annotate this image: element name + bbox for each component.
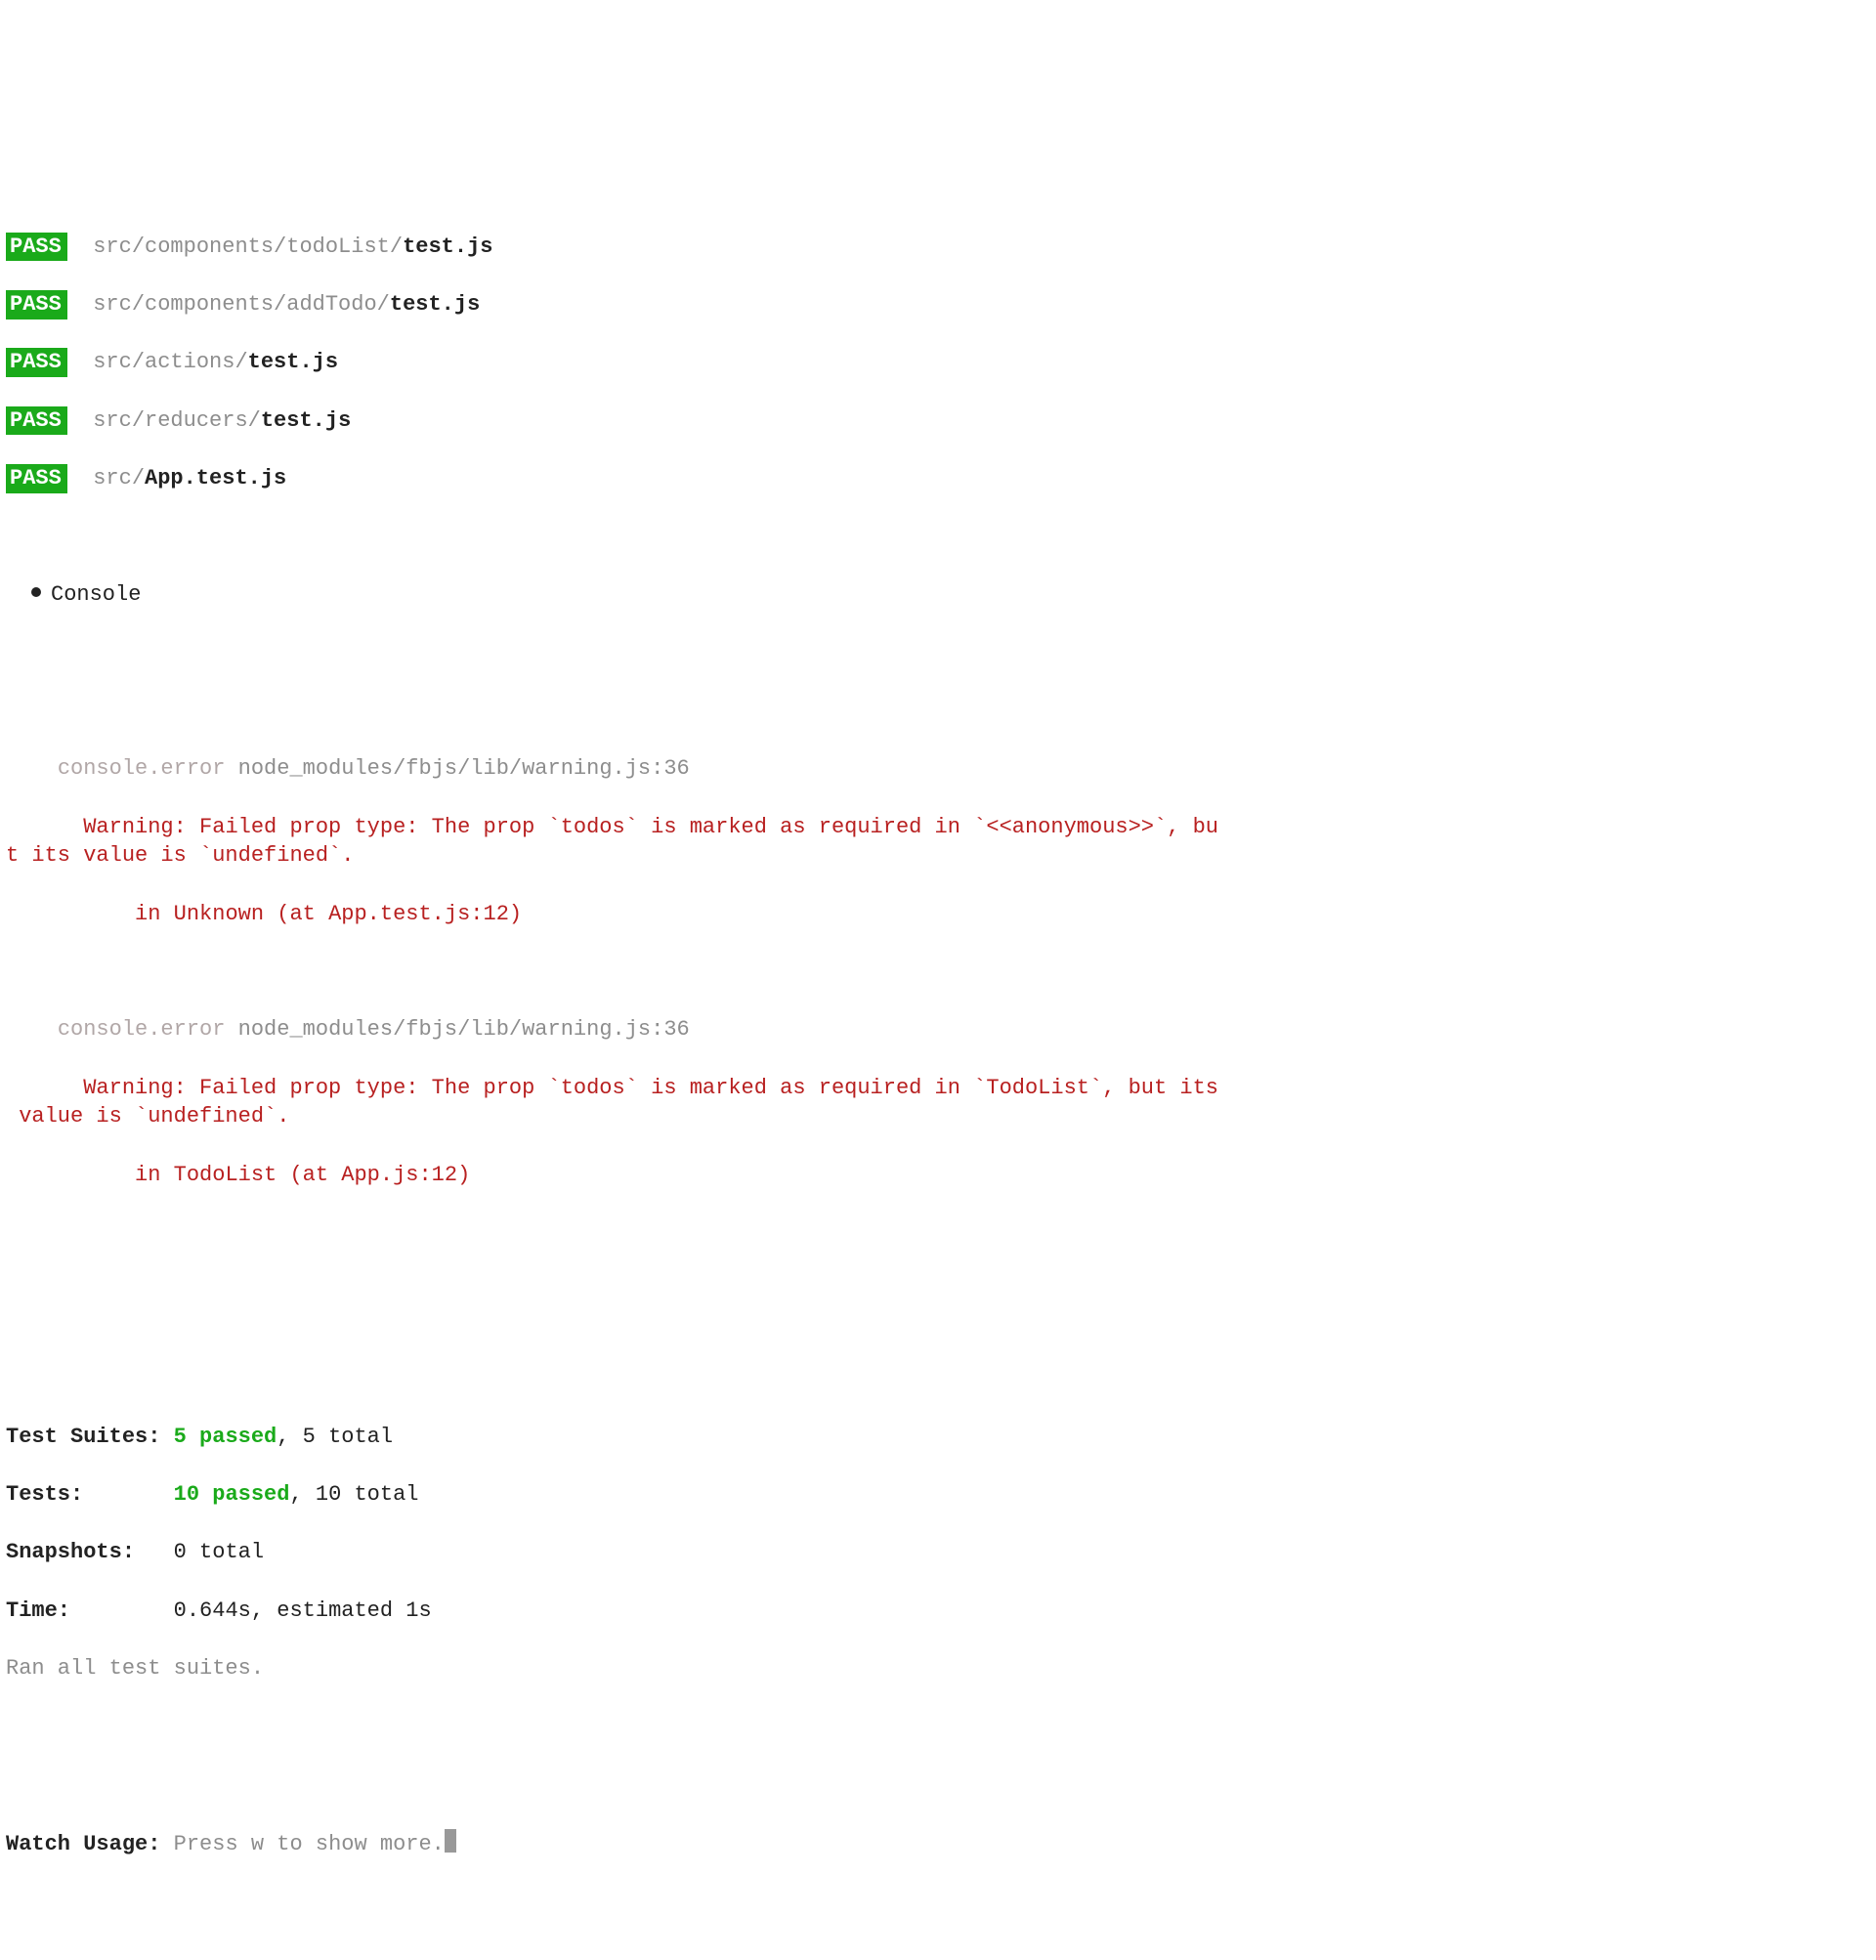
summary-pass: 5 passed [174, 1425, 277, 1449]
file-dir: src/components/addTodo/ [93, 292, 390, 317]
summary-tests: Tests: 10 passed, 10 total [6, 1480, 1868, 1510]
console-heading-row: Console [6, 580, 1868, 610]
bullet-icon [31, 587, 41, 597]
summary-footer: Ran all test suites. [6, 1654, 1868, 1683]
summary-label: Tests: [6, 1482, 174, 1507]
summary-label: Snapshots: [6, 1540, 174, 1564]
console-error-header: console.error node_modules/fbjs/lib/warn… [6, 1015, 1868, 1044]
pass-badge: PASS [6, 290, 67, 320]
file-dir: src/reducers/ [93, 408, 261, 433]
console-error-header: console.error node_modules/fbjs/lib/warn… [6, 754, 1868, 784]
error-message: Warning: Failed prop type: The prop `tod… [6, 813, 1868, 871]
watch-rest: Press w to show more. [174, 1832, 445, 1856]
test-row: PASS src/reducers/test.js [6, 406, 1868, 436]
error-prefix: console.error [58, 756, 226, 781]
summary-time: Time: 0.644s, estimated 1s [6, 1597, 1868, 1626]
test-row: PASS src/components/todoList/test.js [6, 233, 1868, 262]
summary-suites: Test Suites: 5 passed, 5 total [6, 1423, 1868, 1452]
summary-rest: , 5 total [277, 1425, 393, 1449]
error-source: node_modules/fbjs/lib/warning.js:36 [238, 756, 690, 781]
summary-snapshots: Snapshots: 0 total [6, 1538, 1868, 1567]
summary-rest: 0 total [174, 1540, 264, 1564]
pass-badge: PASS [6, 233, 67, 262]
watch-label: Watch Usage: [6, 1832, 174, 1856]
file-dir: src/actions/ [93, 350, 247, 374]
error-location: in Unknown (at App.test.js:12) [6, 900, 1868, 929]
pass-badge: PASS [6, 348, 67, 377]
pass-badge: PASS [6, 464, 67, 493]
summary-label: Test Suites: [6, 1425, 174, 1449]
file-name: test.js [261, 408, 351, 433]
error-prefix: console.error [58, 1017, 226, 1042]
test-row: PASS src/App.test.js [6, 464, 1868, 493]
error-source: node_modules/fbjs/lib/warning.js:36 [238, 1017, 690, 1042]
error-location: in TodoList (at App.js:12) [6, 1161, 1868, 1190]
summary-rest: 0.644s, estimated 1s [174, 1598, 432, 1623]
console-heading: Console [51, 582, 141, 607]
file-name: App.test.js [145, 466, 286, 490]
watch-usage: Watch Usage: Press w to show more. [6, 1829, 1868, 1859]
test-row: PASS src/components/addTodo/test.js [6, 290, 1868, 320]
cursor-icon [445, 1829, 456, 1853]
file-dir: src/components/todoList/ [93, 234, 403, 259]
error-message: Warning: Failed prop type: The prop `tod… [6, 1074, 1868, 1131]
pass-badge: PASS [6, 406, 67, 436]
file-name: test.js [403, 234, 492, 259]
file-name: test.js [390, 292, 480, 317]
file-dir: src/ [93, 466, 145, 490]
summary-label: Time: [6, 1598, 174, 1623]
test-row: PASS src/actions/test.js [6, 348, 1868, 377]
terminal-output: PASS src/components/todoList/test.js PAS… [0, 145, 1876, 1924]
file-name: test.js [248, 350, 338, 374]
summary-pass: 10 passed [174, 1482, 290, 1507]
summary-rest: , 10 total [289, 1482, 418, 1507]
